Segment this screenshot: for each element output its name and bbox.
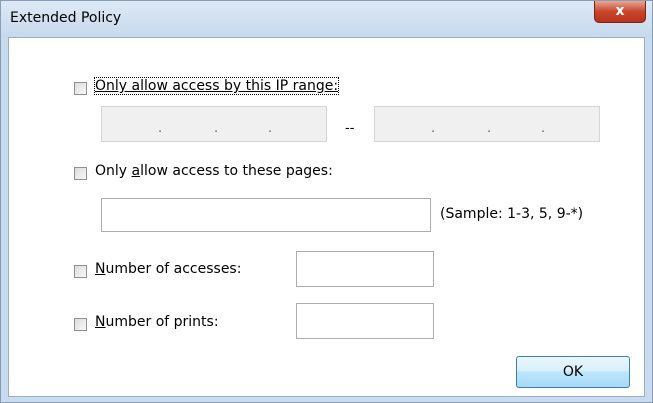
- ip-range-label[interactable]: Only allow access by this IP range:: [93, 77, 340, 95]
- window-title: Extended Policy: [10, 10, 122, 26]
- accesses-input[interactable]: [296, 251, 434, 287]
- ok-button[interactable]: OK: [516, 356, 630, 388]
- title-bar[interactable]: Extended Policy x: [1, 1, 652, 37]
- dialog-window: Extended Policy x Only allow access by t…: [0, 0, 653, 403]
- ip-octet-separator: .: [541, 121, 546, 136]
- pages-label[interactable]: Only allow access to these pages:: [95, 163, 333, 179]
- ip-octet-separator: .: [268, 121, 273, 136]
- ip-octet-separator: .: [487, 121, 492, 136]
- ip-octet-separator: .: [158, 121, 163, 136]
- ip-octet-separator: .: [214, 121, 219, 136]
- prints-label[interactable]: Number of prints:: [95, 314, 219, 330]
- ip-range-checkbox[interactable]: [74, 82, 87, 95]
- ip-range-to-field[interactable]: . . .: [374, 106, 600, 142]
- accesses-label[interactable]: Number of accesses:: [95, 261, 241, 277]
- ip-octet-separator: .: [431, 121, 436, 136]
- pages-input[interactable]: [101, 198, 431, 232]
- dialog-body: Only allow access by this IP range: . . …: [8, 37, 645, 397]
- pages-sample-hint: (Sample: 1-3, 5, 9-*): [440, 206, 584, 222]
- accesses-checkbox[interactable]: [74, 265, 87, 278]
- close-icon: x: [615, 3, 625, 19]
- pages-checkbox[interactable]: [74, 167, 87, 180]
- close-button[interactable]: x: [594, 1, 646, 23]
- prints-checkbox[interactable]: [74, 318, 87, 331]
- ip-range-from-field[interactable]: . . .: [101, 106, 327, 142]
- ip-range-separator: --: [345, 121, 355, 136]
- prints-input[interactable]: [296, 303, 434, 339]
